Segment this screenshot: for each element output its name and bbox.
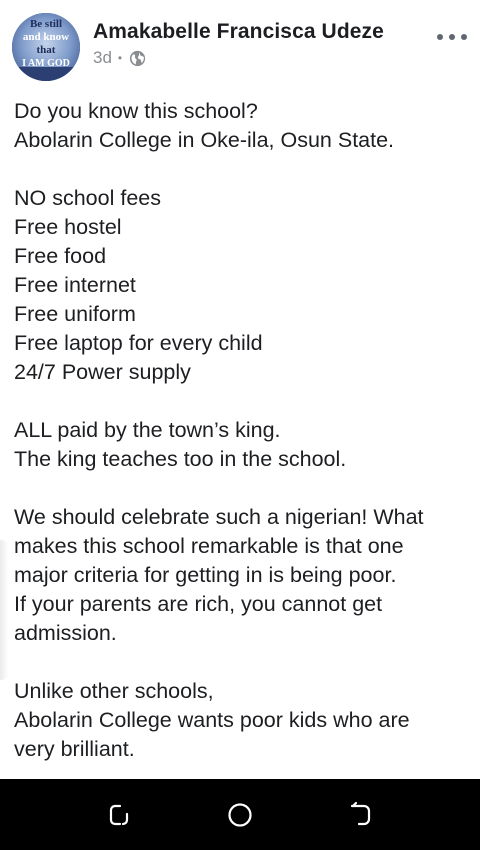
post-text-line: ALL paid by the town’s king. (14, 418, 281, 442)
post-text-line: Free food (14, 244, 107, 268)
post-text-line: admission. (14, 621, 117, 645)
home-icon[interactable] (226, 801, 254, 829)
post-text-line: very brilliant. (14, 737, 135, 761)
avatar-text-line: that (37, 44, 56, 56)
recent-apps-icon[interactable] (106, 801, 134, 829)
post-text-line: Do you know this school? (14, 99, 258, 123)
post-text-line: Abolarin College wants poor kids who are (14, 708, 410, 732)
author-name[interactable]: Amakabelle Francisca Udeze (93, 20, 384, 44)
post-text-line: major criteria for getting in is being p… (14, 563, 397, 587)
more-horizontal-icon-dot (437, 34, 443, 40)
globe-icon (129, 50, 146, 67)
post-text-line: makes this school remarkable is that one (14, 534, 404, 558)
edge-handle (0, 540, 9, 680)
post-text-line: Free hostel (14, 215, 122, 239)
more-horizontal-icon-dot (449, 34, 455, 40)
post-text-line: If your parents are rich, you cannot get (14, 592, 383, 616)
avatar-image: Be still and know that I AM GOD (12, 13, 80, 81)
meta-separator: • (117, 51, 123, 65)
post-text-line: 24/7 Power supply (14, 360, 191, 384)
post-meta: 3d • (93, 48, 146, 68)
post-text: Do you know this school? Abolarin College… (14, 97, 474, 764)
post-text-line: Free internet (14, 273, 136, 297)
facebook-post: Be still and know that I AM GOD Amakabel… (0, 0, 480, 779)
avatar-text-line: and know (23, 31, 69, 43)
post-text-line: NO school fees (14, 186, 161, 210)
more-options-button[interactable] (437, 27, 467, 47)
avatar[interactable]: Be still and know that I AM GOD (12, 13, 80, 81)
post-text-line: Unlike other schools, (14, 679, 214, 703)
post-text-line: Free uniform (14, 302, 136, 326)
more-horizontal-icon-dot (461, 34, 467, 40)
post-text-line: We should celebrate such a nigerian! Wha… (14, 505, 424, 529)
post-time[interactable]: 3d (93, 48, 112, 68)
post-text-line: Abolarin College in Oke-ila, Osun State. (14, 128, 395, 152)
avatar-text-line: Be still (30, 18, 62, 30)
avatar-text-line: I AM GOD (22, 58, 70, 69)
back-icon[interactable] (346, 801, 374, 829)
post-text-line: The king teaches too in the school. (14, 447, 347, 471)
post-text-line: Free laptop for every child (14, 331, 263, 355)
system-navigation-bar (0, 779, 480, 850)
